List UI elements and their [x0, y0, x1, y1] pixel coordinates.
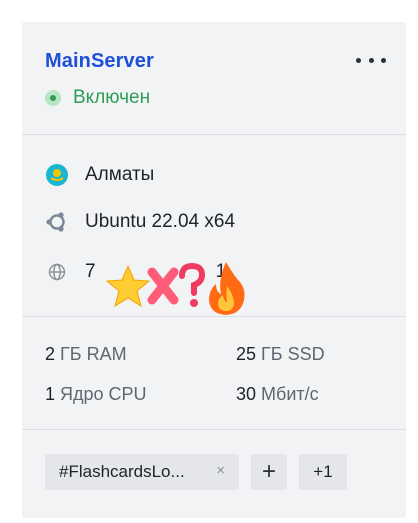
star-emoji-icon [105, 264, 151, 308]
globe-icon [45, 260, 69, 284]
ip-text-start[interactable]: 7 [85, 261, 96, 283]
tag-chip[interactable]: #FlashcardsLo... × [45, 454, 239, 490]
more-options-icon[interactable] [356, 52, 386, 68]
ubuntu-icon [45, 210, 69, 234]
net-spec: 30 Мбит/с [236, 384, 319, 405]
location-row: Алматы [45, 163, 154, 187]
question-emoji-icon [179, 262, 206, 307]
location-text: Алматы [85, 164, 155, 185]
emoji-overlay [105, 260, 254, 320]
disk-spec: 25 ГБ SSD [236, 344, 325, 365]
divider [22, 316, 406, 317]
divider [22, 429, 406, 430]
ram-value: 2 [45, 344, 56, 364]
tag-close-icon[interactable]: × [216, 462, 225, 479]
cpu-unit: Ядро CPU [60, 384, 147, 404]
net-value: 30 [236, 384, 257, 404]
os-row: Ubuntu 22.04 x64 [45, 210, 235, 234]
cpu-spec: 1 Ядро CPU [45, 384, 147, 405]
divider [22, 134, 406, 135]
disk-unit: ГБ SSD [261, 344, 325, 364]
status-dot-icon [45, 90, 61, 106]
cpu-value: 1 [45, 384, 56, 404]
status-text: Включен [73, 87, 151, 108]
more-tags-button[interactable]: +1 [299, 454, 347, 490]
os-text: Ubuntu 22.04 x64 [85, 211, 236, 232]
cross-emoji-icon [147, 267, 179, 305]
server-card: MainServer Включен Алматы Ubuntu 22.04 x… [22, 22, 406, 518]
net-unit: Мбит/с [261, 384, 319, 404]
disk-value: 25 [236, 344, 257, 364]
kazakhstan-flag-icon [45, 163, 69, 187]
ram-unit: ГБ RAM [60, 344, 127, 364]
status-indicator: Включен [45, 87, 150, 109]
fire-emoji-icon [209, 262, 245, 315]
add-tag-button[interactable]: + [251, 454, 287, 490]
server-name[interactable]: MainServer [45, 50, 154, 73]
ram-spec: 2 ГБ RAM [45, 344, 127, 365]
tag-label: #FlashcardsLo... [59, 462, 185, 481]
